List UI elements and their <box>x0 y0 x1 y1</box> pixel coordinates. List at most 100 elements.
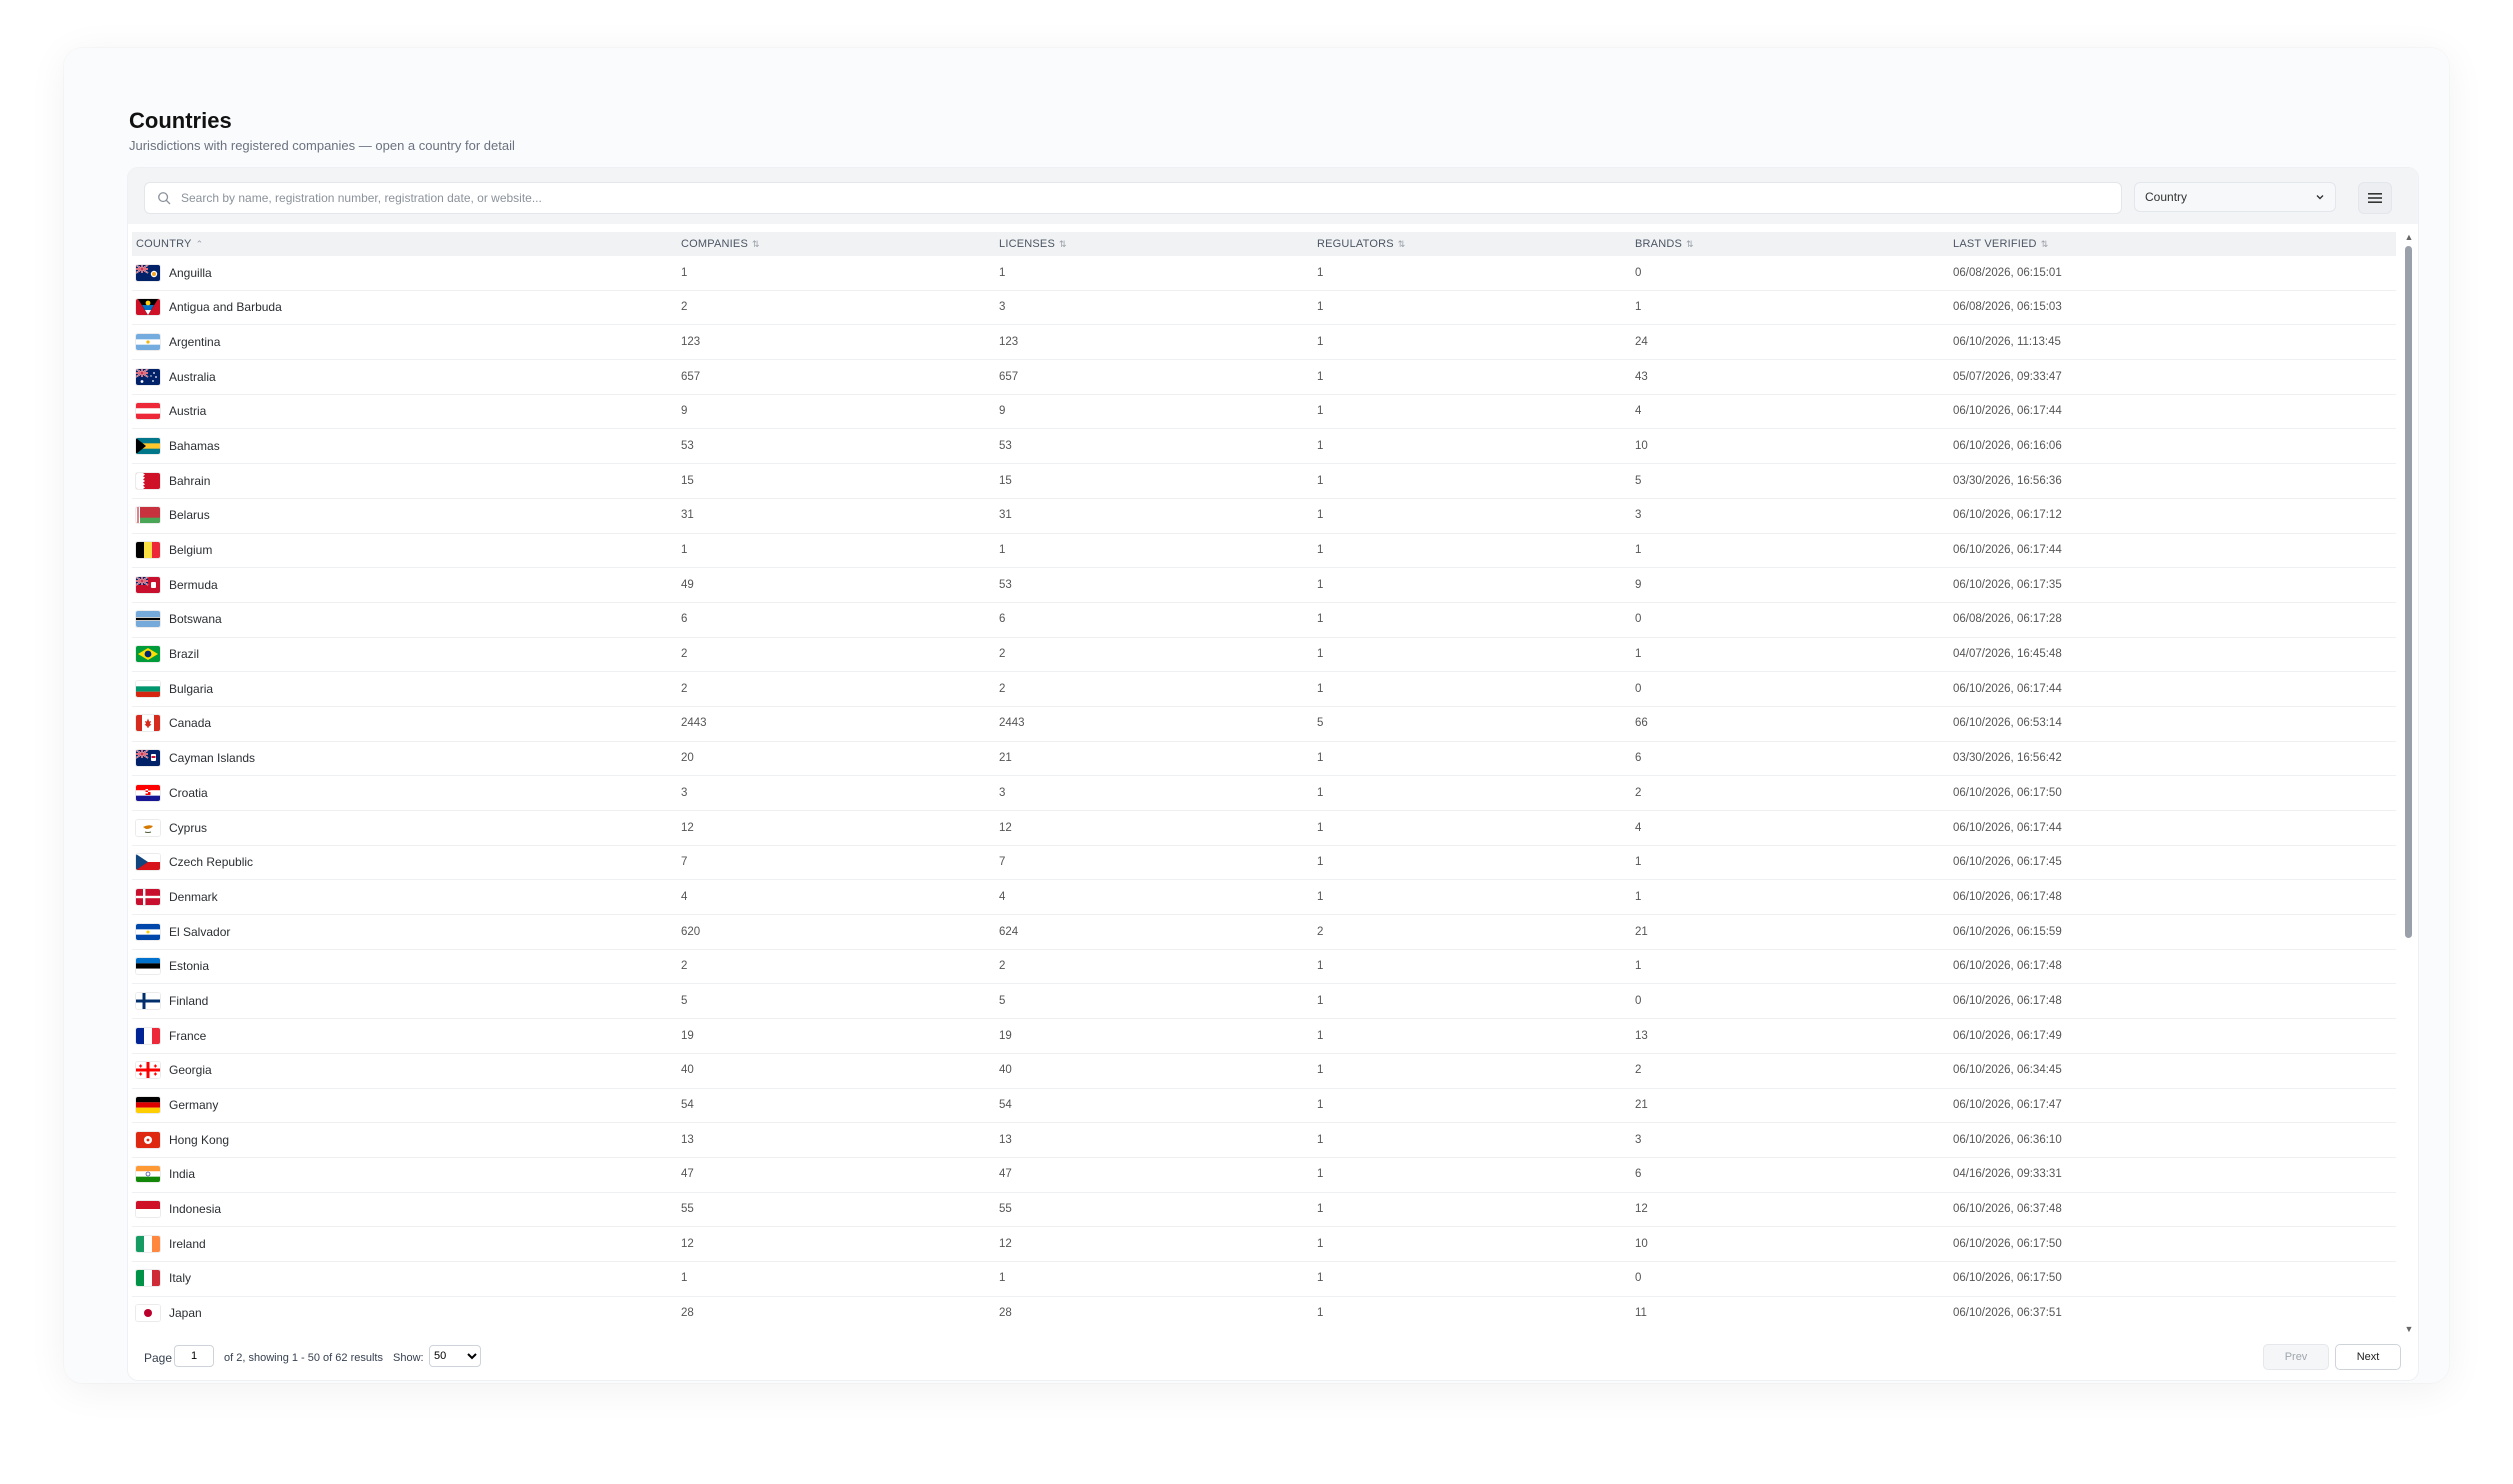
country-cell: Cyprus <box>136 811 207 844</box>
scroll-up-arrow-icon[interactable]: ▲ <box>2403 232 2415 242</box>
country-name: Austria <box>169 404 207 419</box>
table-row[interactable]: Finland 5 5 1 0 06/10/2026, 06:17:48 <box>132 984 2396 1020</box>
country-name: Japan <box>169 1306 202 1321</box>
last-verified-cell: 06/10/2026, 06:17:44 <box>1953 405 2062 418</box>
table-row[interactable]: India 47 47 1 6 04/16/2026, 09:33:31 <box>132 1158 2396 1193</box>
column-header-brands[interactable]: BRANDS ⇅ <box>1635 232 1694 256</box>
search-box[interactable] <box>144 182 2122 214</box>
country-select[interactable]: Country <box>2134 182 2336 212</box>
licenses-cell: 19 <box>999 1029 1012 1042</box>
brands-cell: 66 <box>1635 717 1648 730</box>
flag-icon <box>136 507 160 524</box>
licenses-cell: 7 <box>999 856 1006 869</box>
last-verified-cell: 06/10/2026, 06:17:45 <box>1953 856 2062 869</box>
companies-cell: 54 <box>681 1099 694 1111</box>
table-row[interactable]: Cyprus 12 12 1 4 06/10/2026, 06:17:44 <box>132 811 2396 846</box>
country-cell: Bahrain <box>136 464 210 497</box>
column-header-last-verified[interactable]: LAST VERIFIED ⇅ <box>1953 232 2048 256</box>
scrollbar[interactable]: ▲ ▼ <box>2403 232 2415 1336</box>
table-row[interactable]: Brazil 2 2 1 1 04/07/2026, 16:45:48 <box>132 638 2396 673</box>
table-row[interactable]: Germany 54 54 1 21 06/10/2026, 06:17:47 <box>132 1089 2396 1124</box>
country-cell: Anguilla <box>136 256 212 289</box>
country-name: Anguilla <box>169 265 212 280</box>
last-verified-cell: 05/07/2026, 09:33:47 <box>1953 370 2062 383</box>
regulators-cell: 1 <box>1317 544 1324 556</box>
table-row[interactable]: Bulgaria 2 2 1 0 06/10/2026, 06:17:44 <box>132 672 2396 707</box>
table-row[interactable]: Australia 657 657 1 43 05/07/2026, 09:33… <box>132 360 2396 395</box>
table-row[interactable]: Antigua and Barbuda 2 3 1 1 06/08/2026, … <box>132 291 2396 326</box>
country-cell: Bulgaria <box>136 672 213 705</box>
regulators-cell: 1 <box>1317 856 1324 869</box>
search-icon <box>158 192 171 205</box>
last-verified-cell: 06/10/2026, 06:15:59 <box>1953 925 2062 938</box>
table-row[interactable]: Argentina 123 123 1 24 06/10/2026, 11:13… <box>132 325 2396 361</box>
scrollbar-thumb[interactable] <box>2405 246 2412 938</box>
page-size-select[interactable]: 50 <box>429 1345 481 1367</box>
table-row[interactable]: El Salvador 620 624 2 21 06/10/2026, 06:… <box>132 915 2396 950</box>
regulators-cell: 2 <box>1317 925 1324 938</box>
companies-cell: 31 <box>681 509 694 522</box>
last-verified-cell: 06/10/2026, 06:34:45 <box>1953 1064 2062 1077</box>
flag-icon <box>136 472 160 489</box>
licenses-cell: 1 <box>999 544 1006 556</box>
last-verified-cell: 06/10/2026, 06:37:51 <box>1953 1307 2062 1320</box>
next-button[interactable]: Next <box>2335 1344 2401 1370</box>
brands-cell: 24 <box>1635 335 1648 348</box>
country-name: Bermuda <box>169 577 218 592</box>
column-header-country[interactable]: COUNTRY ⌃ <box>136 232 203 256</box>
country-cell: Germany <box>136 1089 218 1122</box>
country-cell: Italy <box>136 1262 191 1295</box>
country-cell: Croatia <box>136 776 208 809</box>
table-row[interactable]: Estonia 2 2 1 1 06/10/2026, 06:17:48 <box>132 950 2396 985</box>
table-row[interactable]: Ireland 12 12 1 10 06/10/2026, 06:17:50 <box>132 1227 2396 1262</box>
licenses-cell: 21 <box>999 752 1012 765</box>
licenses-cell: 15 <box>999 474 1012 487</box>
page-number-input[interactable] <box>174 1345 214 1367</box>
country-cell: Bermuda <box>136 568 218 601</box>
table-row[interactable]: Indonesia 55 55 1 12 06/10/2026, 06:37:4… <box>132 1193 2396 1228</box>
companies-cell: 47 <box>681 1168 694 1181</box>
table-row[interactable]: Bahamas 53 53 1 10 06/10/2026, 06:16:06 <box>132 429 2396 465</box>
prev-button[interactable]: Prev <box>2263 1344 2329 1370</box>
table-row[interactable]: Croatia 3 3 1 2 06/10/2026, 06:17:50 <box>132 776 2396 811</box>
table-row[interactable]: Hong Kong 13 13 1 3 06/10/2026, 06:36:10 <box>132 1123 2396 1158</box>
table-row[interactable]: Bermuda 49 53 1 9 06/10/2026, 06:17:35 <box>132 568 2396 603</box>
table-row[interactable]: Cayman Islands 20 21 1 6 03/30/2026, 16:… <box>132 742 2396 777</box>
table-row[interactable]: Belgium 1 1 1 1 06/10/2026, 06:17:44 <box>132 534 2396 569</box>
regulators-cell: 5 <box>1317 717 1324 730</box>
column-header-licenses[interactable]: LICENSES ⇅ <box>999 232 1067 256</box>
licenses-cell: 1 <box>999 266 1006 279</box>
country-name: Brazil <box>169 647 200 662</box>
column-header-regulators[interactable]: REGULATORS ⇅ <box>1317 232 1406 256</box>
country-cell: Australia <box>136 360 216 393</box>
table-row[interactable]: Bahrain 15 15 1 5 03/30/2026, 16:56:36 <box>132 464 2396 499</box>
flag-icon <box>136 403 160 420</box>
menu-button[interactable] <box>2358 182 2392 214</box>
table-row[interactable]: Canada 2443 2443 5 66 06/10/2026, 06:53:… <box>132 707 2396 742</box>
country-cell: Bahamas <box>136 429 220 462</box>
companies-cell: 1 <box>681 266 688 279</box>
licenses-cell: 55 <box>999 1203 1012 1216</box>
table-row[interactable]: Italy 1 1 1 0 06/10/2026, 06:17:50 <box>132 1262 2396 1297</box>
country-name: Bahamas <box>169 438 220 453</box>
table-row[interactable]: Czech Republic 7 7 1 1 06/10/2026, 06:17… <box>132 846 2396 881</box>
table-row[interactable]: Anguilla 1 1 1 0 06/08/2026, 06:15:01 <box>132 256 2396 291</box>
table-row[interactable]: Belarus 31 31 1 3 06/10/2026, 06:17:12 <box>132 499 2396 534</box>
table-row[interactable]: Austria 9 9 1 4 06/10/2026, 06:17:44 <box>132 395 2396 430</box>
companies-cell: 657 <box>681 370 701 383</box>
scroll-down-arrow-icon[interactable]: ▼ <box>2403 1324 2415 1334</box>
search-input[interactable] <box>179 190 2121 206</box>
table-row[interactable]: France 19 19 1 13 06/10/2026, 06:17:49 <box>132 1019 2396 1054</box>
column-header-companies[interactable]: COMPANIES ⇅ <box>681 232 760 256</box>
country-cell: Indonesia <box>136 1193 221 1226</box>
table-row[interactable]: Japan 28 28 1 11 06/10/2026, 06:37:51 <box>132 1297 2396 1330</box>
country-cell: Belgium <box>136 534 212 567</box>
table-row[interactable]: Botswana 6 6 1 0 06/08/2026, 06:17:28 <box>132 603 2396 638</box>
table-row[interactable]: Georgia 40 40 1 2 06/10/2026, 06:34:45 <box>132 1054 2396 1089</box>
last-verified-cell: 06/10/2026, 06:17:49 <box>1953 1029 2062 1042</box>
companies-cell: 4 <box>681 890 688 903</box>
companies-cell: 2 <box>681 960 688 973</box>
flag-icon <box>136 1166 160 1183</box>
last-verified-cell: 04/16/2026, 09:33:31 <box>1953 1168 2062 1181</box>
table-row[interactable]: Denmark 4 4 1 1 06/10/2026, 06:17:48 <box>132 880 2396 916</box>
